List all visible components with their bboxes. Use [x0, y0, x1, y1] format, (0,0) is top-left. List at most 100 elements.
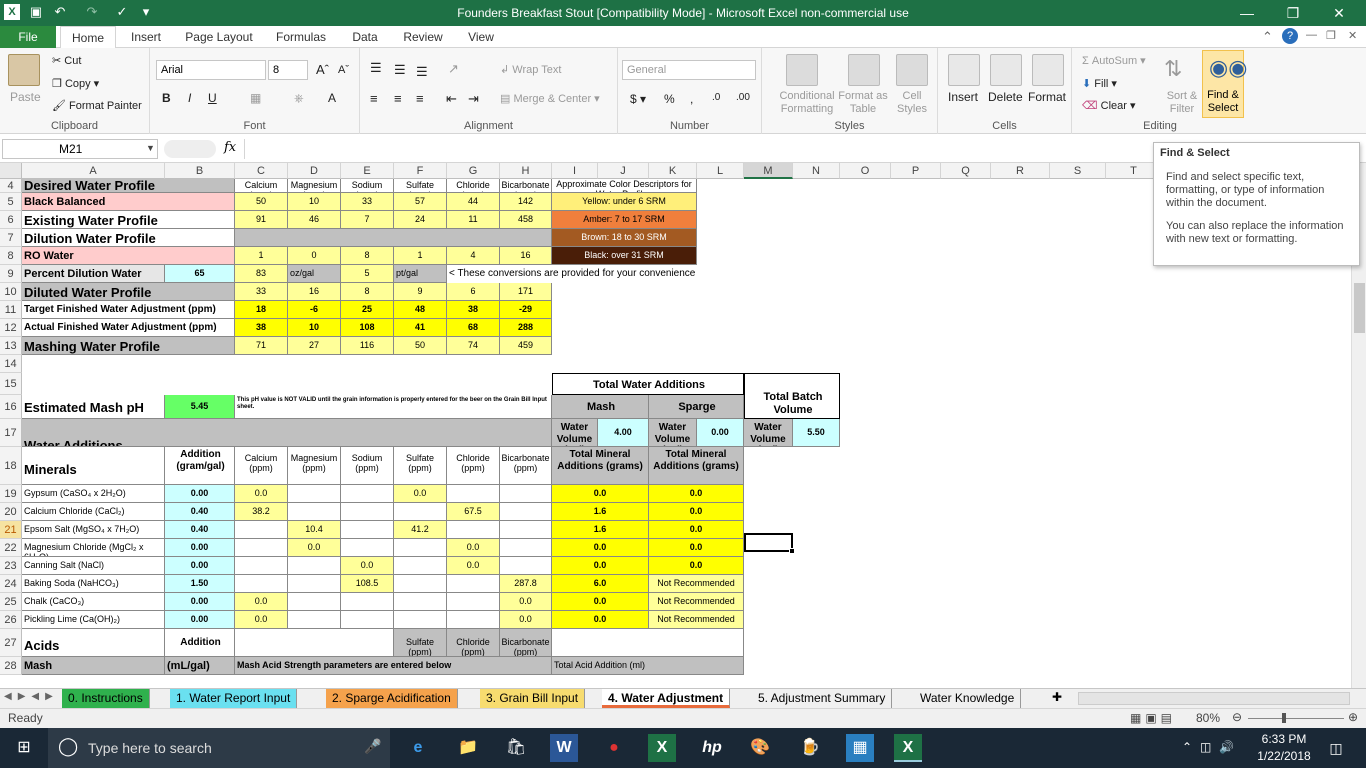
existing-value[interactable]: 24	[394, 211, 447, 229]
mash-header[interactable]: Mash	[552, 395, 649, 419]
target-value[interactable]: 18	[235, 301, 288, 319]
format-cells-button[interactable]: Format	[1028, 90, 1066, 104]
target-value[interactable]: 38	[447, 301, 500, 319]
find-select-button[interactable]: ◉◉ Find & Select	[1202, 50, 1247, 118]
mineral-contribution[interactable]	[447, 485, 500, 503]
mashing-value[interactable]: 50	[394, 337, 447, 355]
diluted-value[interactable]: 33	[235, 283, 288, 301]
top-align-icon[interactable]: ☰	[370, 60, 382, 76]
actual-value[interactable]: 10	[288, 319, 341, 337]
mineral-contribution[interactable]	[288, 503, 341, 521]
mineral-contribution[interactable]	[341, 503, 394, 521]
mineral-name[interactable]: Pickling Lime (Ca(OH)₂)	[22, 611, 165, 629]
mash-water-volume-label[interactable]: Water Volume (gal)	[552, 419, 598, 447]
font-color-icon[interactable]: A	[328, 91, 336, 105]
currency-icon[interactable]: $ ▾	[630, 92, 646, 106]
percent-dilution-label[interactable]: Percent Dilution Water	[22, 265, 165, 283]
excel-taskbar-icon[interactable]: X	[648, 734, 676, 762]
actual-value[interactable]: 68	[447, 319, 500, 337]
mineral-contribution[interactable]: 0.0	[394, 485, 447, 503]
total-water-additions-header[interactable]: Total Water Additions	[552, 373, 744, 395]
tab-insert[interactable]: Insert	[122, 26, 170, 48]
system-tray-icons[interactable]: ⌃◫🔊	[1182, 740, 1242, 754]
zoom-slider-thumb[interactable]	[1282, 713, 1286, 723]
desired-profile-label[interactable]: Desired Water Profile	[22, 179, 235, 193]
desired-value[interactable]: 44	[447, 193, 500, 211]
column-header-d[interactable]: D	[288, 163, 341, 179]
column-header-s[interactable]: S	[1050, 163, 1106, 179]
conditional-formatting-button[interactable]: Conditional Formatting	[768, 90, 846, 116]
ro-value[interactable]: 8	[341, 247, 394, 265]
sort-filter-button[interactable]: Sort & Filter	[1162, 90, 1202, 116]
tab-data[interactable]: Data	[344, 26, 386, 48]
row-header-15[interactable]: 15	[0, 373, 22, 395]
sheet-tab-instructions[interactable]: 0. Instructions	[62, 689, 150, 708]
mineral-contribution[interactable]: 0.0	[500, 593, 552, 611]
row-header-6[interactable]: 6	[0, 211, 22, 229]
ro-value[interactable]: 1	[235, 247, 288, 265]
fill-handle[interactable]	[789, 548, 795, 554]
actual-value[interactable]: 38	[235, 319, 288, 337]
tab-formulas[interactable]: Formulas	[268, 26, 334, 48]
minimize-button[interactable]: —	[1224, 0, 1270, 26]
tab-view[interactable]: View	[460, 26, 502, 48]
increase-decimal-icon[interactable]: .0	[712, 92, 720, 103]
store-icon[interactable]: 🛍	[502, 734, 530, 762]
black-balanced-label[interactable]: Black Balanced	[22, 193, 235, 211]
column-header-i[interactable]: I	[552, 163, 598, 179]
mineral-contribution[interactable]: 0.0	[235, 593, 288, 611]
mineral-contribution[interactable]	[235, 575, 288, 593]
column-header-a[interactable]: A	[22, 163, 165, 179]
mineral-contribution[interactable]	[500, 539, 552, 557]
paste-icon[interactable]	[8, 54, 40, 86]
mineral-contribution[interactable]	[447, 611, 500, 629]
row-header-14[interactable]: 14	[0, 355, 22, 373]
water-additions-label[interactable]: Water Additions	[22, 419, 552, 447]
mineral-sparge-total[interactable]: 0.0	[649, 539, 744, 557]
doc-minimize-icon[interactable]: —	[1306, 29, 1317, 41]
autosum-button[interactable]: Σ AutoSum ▾	[1082, 54, 1146, 67]
minerals-label[interactable]: Minerals	[22, 447, 165, 485]
row-header-9[interactable]: 9	[0, 265, 22, 283]
row-header-16[interactable]: 16	[0, 395, 22, 419]
row-header-19[interactable]: 19	[0, 485, 22, 503]
format-painter-button[interactable]: 🖌 Format Painter	[52, 99, 142, 112]
italic-button[interactable]: I	[188, 91, 191, 105]
mineral-contribution[interactable]	[500, 503, 552, 521]
mineral-mash-total[interactable]: 0.0	[552, 485, 649, 503]
wrap-text-button[interactable]: ↲ Wrap Text	[500, 63, 561, 76]
mineral-contribution[interactable]	[341, 611, 394, 629]
horizontal-scrollbar[interactable]	[1078, 692, 1350, 705]
mineral-contribution[interactable]: 0.0	[235, 485, 288, 503]
mashing-value[interactable]: 27	[288, 337, 341, 355]
zoom-in-icon[interactable]: ⊕	[1348, 710, 1358, 724]
column-header-g[interactable]: G	[447, 163, 500, 179]
mineral-name[interactable]: Canning Salt (NaCl)	[22, 557, 165, 575]
taskbar-search-box[interactable]: ◯ Type here to search 🎤	[48, 728, 390, 768]
mineral-header-sodium[interactable]: Sodium (ppm)	[341, 447, 394, 485]
mineral-addition-input[interactable]: 0.00	[165, 611, 235, 629]
zoom-slider[interactable]	[1248, 718, 1344, 719]
mineral-sparge-total[interactable]: 0.0	[649, 503, 744, 521]
target-value[interactable]: 25	[341, 301, 394, 319]
column-header-l[interactable]: L	[697, 163, 744, 179]
mineral-contribution[interactable]: 108.5	[341, 575, 394, 593]
row-header-26[interactable]: 26	[0, 611, 22, 629]
row-header-11[interactable]: 11	[0, 301, 22, 319]
tab-review[interactable]: Review	[396, 26, 450, 48]
mineral-mash-total[interactable]: 0.0	[552, 539, 649, 557]
spreadsheet-grid[interactable]: ABCDEFGHIJKLMNOPQRSTBA 45678910111213141…	[0, 163, 1351, 688]
actual-value[interactable]: 108	[341, 319, 394, 337]
tab-page-layout[interactable]: Page Layout	[178, 26, 260, 48]
mashing-value[interactable]: 459	[500, 337, 552, 355]
underline-button[interactable]: U	[208, 91, 217, 105]
cell-styles-button[interactable]: Cell Styles	[890, 90, 934, 116]
acid-chloride-header[interactable]: Chloride (ppm)	[447, 629, 500, 657]
sheet-nav-arrows[interactable]: ◀▶◀▶	[4, 691, 59, 702]
middle-align-icon[interactable]: ☰	[394, 62, 406, 78]
mineral-contribution[interactable]: 0.0	[500, 611, 552, 629]
percent-icon[interactable]: %	[664, 92, 675, 106]
shrink-font-icon[interactable]: Aˇ	[338, 64, 349, 76]
help-icon[interactable]: ?	[1282, 28, 1298, 44]
paint-icon[interactable]: 🎨	[746, 734, 774, 762]
